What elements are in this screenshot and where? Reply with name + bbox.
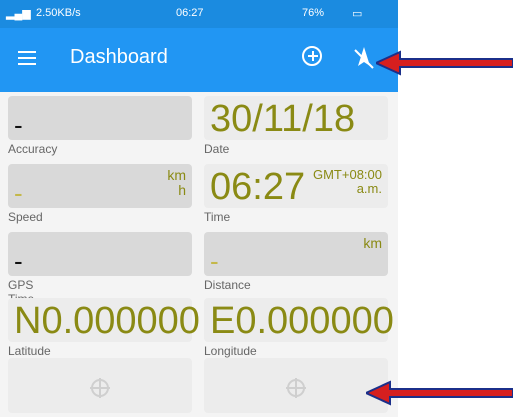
latitude-value: N0.000000 (14, 300, 200, 342)
menu-icon[interactable] (18, 51, 36, 65)
longitude-box: E0.000000 (204, 298, 394, 342)
distance-unit: km (363, 235, 382, 251)
signal-icon: ▂▄▆ (6, 8, 31, 20)
speed-label: Speed (8, 210, 43, 224)
longitude-value: E0.000000 (210, 300, 394, 342)
date-value: 30/11/18 (210, 98, 356, 140)
date-box: 30/11/18 (204, 96, 388, 140)
latitude-label: Latitude (8, 344, 51, 358)
network-speed: 2.50KB/s (36, 7, 81, 19)
status-time: 06:27 (176, 7, 204, 19)
crosshair-icon (90, 378, 110, 398)
battery-icon: ▭ (352, 8, 363, 20)
add-circle-icon[interactable] (302, 46, 322, 66)
empty-tile-right[interactable] (204, 358, 388, 413)
status-bar: ▂▄▆ 2.50KB/s 06:27 76% ▭ (0, 0, 398, 28)
distance-box: - km (204, 232, 388, 276)
time-timezone: GMT+08:00 (312, 167, 382, 182)
gps-time-box: - (8, 232, 192, 276)
red-arrow-icon (366, 380, 513, 406)
speed-unit-top: km (167, 167, 186, 183)
gps-time-value: - (14, 246, 23, 276)
longitude-label: Longitude (204, 344, 257, 358)
time-ampm: a.m. (356, 180, 382, 196)
speed-value: - (14, 178, 23, 208)
battery-percent: 76% (302, 7, 325, 19)
latitude-box: N0.000000 (8, 298, 200, 342)
empty-tile-left[interactable] (8, 358, 192, 413)
speed-unit: km h (167, 168, 186, 197)
accuracy-label: Accuracy (8, 142, 58, 156)
time-value: 06:27 (210, 166, 306, 208)
page-title: Dashboard (70, 46, 168, 68)
time-label: Time (204, 210, 231, 224)
distance-value: - (210, 246, 219, 276)
dashboard-grid: - Accuracy 30/11/18 Date - km h Speed 06… (0, 92, 398, 417)
time-unit: GMT+08:00 a.m. (313, 168, 382, 195)
gps-off-icon[interactable] (350, 44, 378, 72)
speed-box: - km h (8, 164, 192, 208)
date-label: Date (204, 142, 230, 156)
speed-unit-bottom: h (178, 181, 186, 198)
app-bar: Dashboard (0, 28, 398, 92)
distance-label: Distance (204, 278, 251, 292)
red-arrow-icon (376, 50, 513, 76)
accuracy-box: - (8, 96, 192, 140)
accuracy-value: - (14, 110, 23, 140)
time-box: 06:27 GMT+08:00 a.m. (204, 164, 388, 208)
crosshair-icon (286, 378, 306, 398)
